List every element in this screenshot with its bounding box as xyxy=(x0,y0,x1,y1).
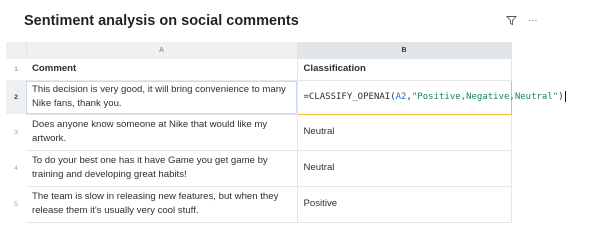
column-header-a[interactable]: A xyxy=(26,42,298,59)
row-number[interactable]: 4 xyxy=(6,150,26,186)
formula-function: =CLASSIFY_OPENAI( xyxy=(303,92,396,102)
cell-a5[interactable]: The team is slow in releasing new featur… xyxy=(26,186,298,223)
cell-b2-formula-editor[interactable]: =CLASSIFY_OPENAI(A2,"Positive,Negative,N… xyxy=(296,79,566,115)
formula-string-argument: "Positive,Negative,Neutral" xyxy=(411,92,559,102)
text-cursor xyxy=(564,91,566,102)
cell-a2[interactable]: This decision is very good, it will brin… xyxy=(26,80,298,115)
toolbar: ··· xyxy=(505,14,540,26)
spreadsheet-grid: A B 1 Comment Classification 2 This deci… xyxy=(6,42,566,223)
formula-close: ) xyxy=(558,92,564,102)
column-header-b[interactable]: B xyxy=(297,42,512,59)
grid-corner[interactable] xyxy=(6,42,27,59)
cell-a1[interactable]: Comment xyxy=(26,59,298,81)
row-number[interactable]: 3 xyxy=(6,114,26,150)
page-title: Sentiment analysis on social comments xyxy=(24,13,299,29)
cell-a3[interactable]: Does anyone know someone at Nike that wo… xyxy=(26,114,298,151)
row-number[interactable]: 5 xyxy=(6,186,26,222)
cell-a4[interactable]: To do your best one has it have Game you… xyxy=(26,150,298,187)
filter-icon[interactable] xyxy=(505,14,517,26)
cell-b4[interactable]: Neutral xyxy=(297,150,512,187)
cell-b1[interactable]: Classification xyxy=(297,59,512,81)
formula-reference: A2 xyxy=(395,92,407,102)
row-number[interactable]: 2 xyxy=(6,80,26,114)
cell-b3[interactable]: Neutral xyxy=(297,114,512,151)
row-number[interactable]: 1 xyxy=(6,59,26,80)
more-options-icon[interactable]: ··· xyxy=(526,14,540,26)
cell-b5[interactable]: Positive xyxy=(297,186,512,223)
